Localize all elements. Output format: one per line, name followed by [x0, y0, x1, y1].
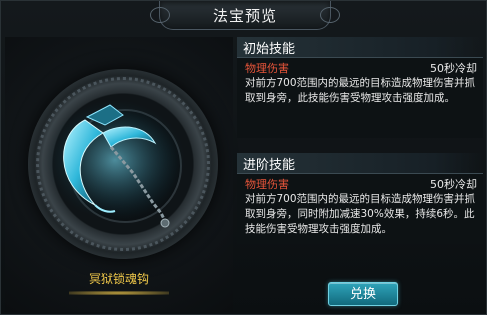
initial-skill-section: 物理伤害 50秒冷却 对前方700范围内的最远的目标造成物理伤害并抓取到身旁，此…	[237, 58, 483, 138]
item-name-glow	[69, 291, 169, 295]
advanced-skill-cooldown: 50秒冷却	[430, 178, 477, 191]
initial-skill-type: 物理伤害	[245, 62, 289, 75]
initial-skill-cooldown: 50秒冷却	[430, 62, 477, 75]
item-preview-panel: 冥狱锁魂钩	[5, 37, 233, 312]
title-plate: 法宝预览	[150, 1, 340, 30]
advanced-skill-heading: 进阶技能	[243, 158, 296, 173]
advanced-skill-type: 物理伤害	[245, 178, 289, 191]
initial-skill-heading: 初始技能	[243, 42, 296, 57]
initial-skill-header: 初始技能	[237, 37, 483, 58]
exchange-button[interactable]: 兑换	[328, 282, 398, 306]
advanced-skill-header: 进阶技能	[237, 153, 483, 174]
advanced-skill-description: 对前方700范围内的最远的目标造成物理伤害并抓取到身旁，同时附加减速30%效果，…	[245, 193, 476, 235]
window-title: 法宝预览	[212, 7, 277, 25]
soul-hook-icon	[45, 100, 185, 228]
treasure-preview-window: 法宝预览 冥狱锁魂钩 初始技能 物理伤害 50秒冷却 对前方700范围内的最远的…	[0, 0, 487, 315]
advanced-skill-section: 物理伤害 50秒冷却 对前方700范围内的最远的目标造成物理伤害并抓取到身旁，同…	[237, 174, 483, 244]
initial-skill-description: 对前方700范围内的最远的目标造成物理伤害并抓取到身旁，此技能伤害受物理攻击强度…	[245, 77, 476, 104]
item-name: 冥狱锁魂钩	[88, 272, 149, 286]
